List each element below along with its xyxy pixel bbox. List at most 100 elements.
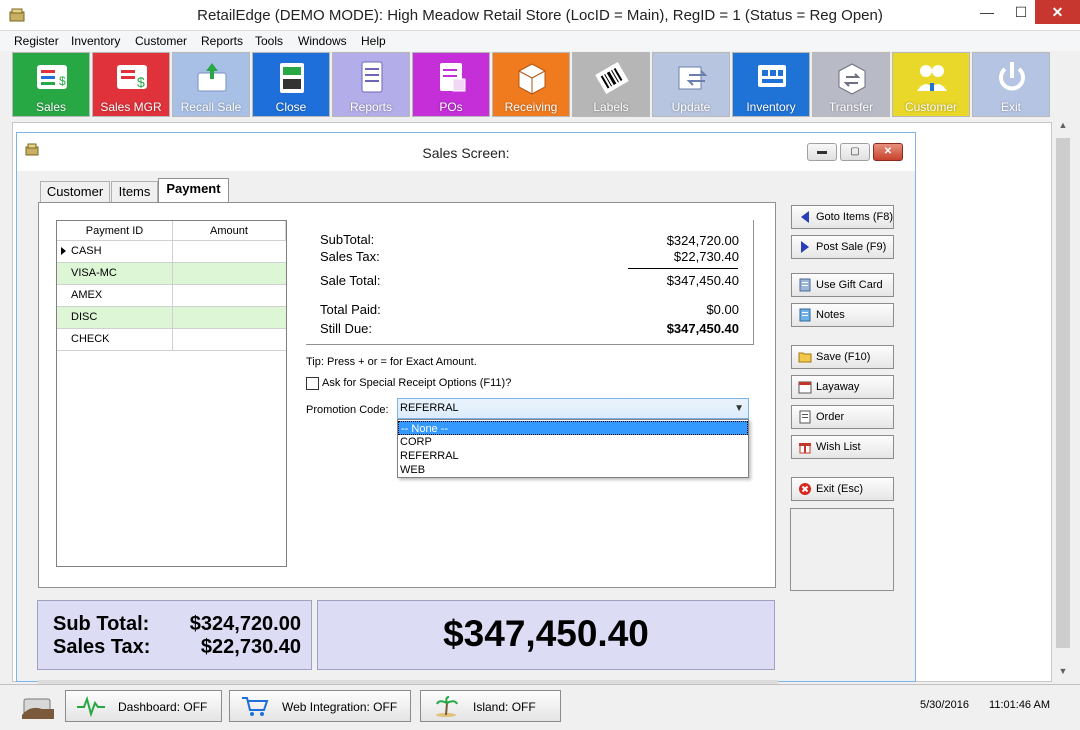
payment-id-cell: CHECK [70,329,173,350]
tab-customer[interactable]: Customer [40,181,110,203]
web-integration-status-label: Web Integration: OFF [282,700,398,714]
toolbar-label: Inventory [746,100,796,114]
summary-tax-label: Sales Tax: [53,636,151,658]
toolbar-reports-button[interactable]: Reports [332,52,410,117]
promotion-code-label: Promotion Code: [306,404,389,416]
scroll-down-icon[interactable]: ▼ [1054,666,1072,682]
close-button[interactable]: ✕ [1035,0,1080,24]
minimize-button[interactable]: — [970,0,1004,24]
toolbar-pos-button[interactable]: POs [412,52,490,117]
special-receipt-checkbox[interactable] [306,377,319,390]
payment-id-cell: VISA-MC [70,263,173,284]
column-header-amount[interactable]: Amount [173,221,286,241]
shopping-cart-icon [242,697,269,716]
toolbar-label: Reports [349,100,393,114]
toolbar-inventory-button[interactable]: Inventory [732,52,810,117]
maximize-button[interactable]: ☐ [1004,0,1038,24]
amount-cell[interactable] [173,263,286,284]
sales-restore-button[interactable]: ▢ [840,143,870,161]
tab-items[interactable]: Items [111,181,158,203]
payment-row-disc[interactable]: DISC [57,307,286,329]
dashboard-toggle-button[interactable]: Dashboard: OFF [65,690,222,722]
toolbar-receiving-button[interactable]: Receiving [492,52,570,117]
exit-sales-label: Exit (Esc) [816,483,864,495]
customer-icon [917,65,947,91]
goto-items-label: Goto Items (F8) [816,211,894,223]
reports-icon [361,61,383,93]
notes-label: Notes [816,309,845,321]
payment-row-check[interactable]: CHECK [57,329,286,351]
island-status-label: Island: OFF [473,700,536,714]
order-button[interactable]: Order [791,405,894,429]
summary-subtotal-label: Sub Total: [53,613,150,635]
amount-cell[interactable] [173,307,286,328]
post-sale-button[interactable]: Post Sale (F9) [791,235,894,259]
promotion-option-corp[interactable]: CORP [398,435,748,449]
toolbar-transfer-button[interactable]: Transfer [812,52,890,117]
toolbar-customer-button[interactable]: Customer [892,52,970,117]
use-gift-card-button[interactable]: Use Gift Card [791,273,894,297]
notes-button[interactable]: Notes [791,303,894,327]
payment-row-cash[interactable]: CASH [57,241,286,263]
goto-items-button[interactable]: Goto Items (F8) [791,205,894,229]
payment-row-visa-mc[interactable]: VISA-MC [57,263,286,285]
arrow-right-icon [801,241,809,253]
vertical-scrollbar[interactable]: ▲ ▼ [1054,118,1072,684]
sales-minimize-button[interactable]: ▬ [807,143,837,161]
scrollbar-thumb[interactable] [1056,138,1070,648]
notes-icon [799,308,811,322]
menu-tools[interactable]: Tools [255,34,283,48]
menu-reports[interactable]: Reports [201,34,243,48]
web-integration-toggle-button[interactable]: Web Integration: OFF [229,690,411,722]
menu-customer[interactable]: Customer [135,34,187,48]
dashboard-status-label: Dashboard: OFF [118,700,208,714]
status-bar: Dashboard: OFF Web Integration: OFF Isla… [0,684,1080,730]
island-toggle-button[interactable]: Island: OFF [420,690,561,722]
menu-windows[interactable]: Windows [298,34,347,48]
promotion-code-select[interactable]: REFERRAL ▼ [397,398,749,419]
toolbar-sales-mgr-button[interactable]: $ Sales MGR [92,52,170,117]
toolbar-exit-button[interactable]: Exit [972,52,1050,117]
toolbar-labels-button[interactable]: Labels [572,52,650,117]
sales-close-button[interactable]: ✕ [873,143,903,161]
wish-list-button[interactable]: Wish List [791,435,894,459]
column-header-payment-id[interactable]: Payment ID [57,221,173,241]
sales-window-title: Sales Screen: [422,145,510,161]
promotion-option-none[interactable]: -- None -- [398,421,748,435]
exit-sales-button[interactable]: Exit (Esc) [791,477,894,501]
payment-row-amex[interactable]: AMEX [57,285,286,307]
sales-tax-label: Sales Tax: [320,249,380,264]
menu-register[interactable]: Register [14,34,59,48]
post-sale-label: Post Sale (F9) [816,241,887,253]
chevron-down-icon[interactable]: ▼ [734,399,744,418]
update-icon [678,66,708,90]
special-receipt-label[interactable]: Ask for Special Receipt Options (F11)? [322,377,511,389]
order-label: Order [816,411,845,423]
amount-cell[interactable] [173,329,286,350]
payment-id-cell: AMEX [70,285,173,306]
status-time: 11:01:46 AM [989,699,1050,711]
promotion-code-dropdown: -- None -- CORP REFERRAL WEB [397,419,749,478]
save-button[interactable]: Save (F10) [791,345,894,369]
amount-cell[interactable] [173,285,286,306]
promotion-option-referral[interactable]: REFERRAL [398,449,748,463]
tab-payment[interactable]: Payment [158,178,229,203]
toolbar-sales-button[interactable]: $ Sales [12,52,90,117]
scroll-up-icon[interactable]: ▲ [1054,120,1072,136]
menu-inventory[interactable]: Inventory [71,34,120,48]
summary-totals-panel: Sub Total: $324,720.00 Sales Tax: $22,73… [37,600,312,670]
toolbar-recall-sale-button[interactable]: Recall Sale [172,52,250,117]
menu-help[interactable]: Help [361,34,386,48]
layaway-button[interactable]: Layaway [791,375,894,399]
promotion-code-value: REFERRAL [400,402,459,414]
promotion-option-web[interactable]: WEB [398,463,748,477]
svg-text:$: $ [137,74,145,90]
toolbar-label: Close [275,100,307,114]
document-icon [799,410,811,424]
receiving-box-icon [518,63,546,95]
payment-grid[interactable]: Payment ID Amount CASH VISA-MC AMEX DISC… [56,220,287,567]
palm-island-icon [436,696,458,717]
toolbar-update-button[interactable]: Update [652,52,730,117]
amount-cell[interactable] [173,241,286,262]
toolbar-close-button[interactable]: Close [252,52,330,117]
